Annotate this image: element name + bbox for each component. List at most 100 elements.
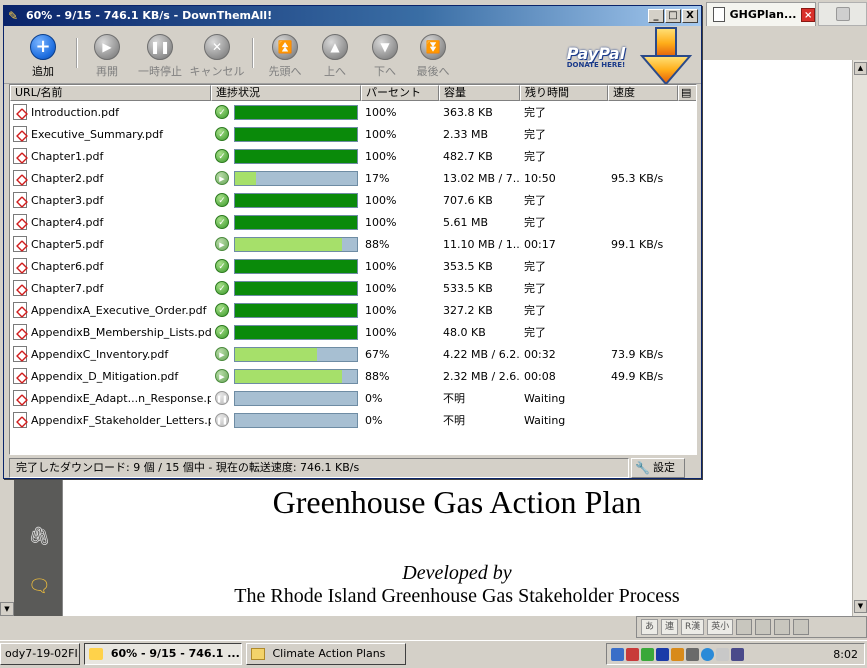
pdf-file-icon [13,236,27,252]
table-row[interactable]: Introduction.pdf ✓ 100% 363.8 KB 完了 [10,101,696,123]
table-row[interactable]: Chapter2.pdf ▶ 17% 13.02 MB / 7... 10:50 95.3… [10,167,696,189]
paperclip-icon[interactable]: 🖇 [28,526,51,548]
table-row[interactable]: Appendix_D_Mitigation.pdf ▶ 88% 2.32 MB / 2… [10,365,696,387]
ime-mode-kanji[interactable]: R漢 [681,619,705,635]
arrow-bottom-icon: ⏬ [420,34,446,60]
table-row[interactable]: Executive_Summary.pdf ✓ 100% 2.33 MB 完了 [10,123,696,145]
completed-icon: ✓ [215,193,229,207]
maximize-button[interactable]: □ [665,9,681,23]
file-name: Introduction.pdf [31,106,119,119]
table-row[interactable]: AppendixF_Stakeholder_Letters.pdf ❚❚ 0% 不明 W… [10,409,696,431]
comment-icon[interactable]: 🗨 [28,576,51,598]
tab-icon [835,7,850,21]
ime-tool-icon[interactable] [755,619,772,635]
column-header-percent[interactable]: パーセント [361,85,439,101]
wrench-icon: 🔧 [635,461,650,475]
column-header-size[interactable]: 容量 [439,85,520,101]
folder-icon [251,648,265,660]
ime-option-icon[interactable] [793,619,810,635]
pdf-vertical-scrollbar[interactable]: ▲ ▼ [852,60,867,616]
percent-value: 0% [365,392,383,405]
printer-icon[interactable] [671,647,684,661]
taskbar-item-pdf[interactable]: ody7-19-02FI... [0,643,80,665]
scroll-down-arrow[interactable]: ▼ [854,600,867,613]
browser-tab-ghgplan[interactable]: GHGPlan... × [706,2,816,26]
monitor-icon[interactable] [656,647,669,661]
remaining-value: 完了 [524,304,546,317]
ime-mode-continuous[interactable]: 連 [661,619,679,635]
scroll-up-arrow[interactable]: ▲ [854,62,867,75]
completed-icon: ✓ [215,105,229,119]
security-icon[interactable] [626,647,639,661]
ime-pad-icon[interactable] [736,619,753,635]
pdf-organization: The Rhode Island Greenhouse Gas Stakehol… [234,585,680,607]
table-row[interactable]: AppendixA_Executive_Order.pdf ✓ 100% 327.2 … [10,299,696,321]
column-header-progress[interactable]: 進捗状況 [211,85,361,101]
downthemall-window: ✎ 60% - 9/15 - 746.1 KB/s - DownThemAll!… [3,5,702,479]
add-button[interactable]: + 追加 [14,34,72,79]
percent-value: 100% [365,194,397,207]
table-row[interactable]: Chapter4.pdf ✓ 100% 5.61 MB 完了 [10,211,696,233]
table-row[interactable]: Chapter7.pdf ✓ 100% 533.5 KB 完了 [10,277,696,299]
settings-button[interactable]: 🔧 設定 [631,458,685,478]
pdf-file-icon [13,148,27,164]
table-row[interactable]: AppendixE_Adapt...n_Response.pdf ❚❚ 0% 不明 Wa… [10,387,696,409]
update-icon[interactable] [641,647,654,661]
ime-mode-hiragana[interactable]: あ [641,619,659,635]
window-titlebar[interactable]: ✎ 60% - 9/15 - 746.1 KB/s - DownThemAll!… [4,6,701,26]
download-list[interactable]: URL/名前 進捗状況 パーセント 容量 残り時間 速度 ▤ Introduct… [9,84,697,455]
list-header: URL/名前 進捗状況 パーセント 容量 残り時間 速度 ▤ [10,85,696,101]
column-header-speed[interactable]: 速度 [608,85,678,101]
percent-value: 88% [365,238,390,251]
toolbar-separator [252,38,254,68]
file-name: Appendix_D_Mitigation.pdf [31,370,179,383]
minimize-button[interactable]: _ [648,9,664,23]
progress-bar-fill [235,370,343,383]
table-row[interactable]: AppendixB_Membership_Lists.pdf ✓ 100% 48.0 … [10,321,696,343]
progress-bar [234,347,358,362]
ime-help-icon[interactable] [774,619,791,635]
cancel-button[interactable]: ✕ キャンセル [188,34,246,79]
speed-value [611,391,691,406]
arrow-up-icon: ▲ [322,34,348,60]
scroll-down-arrow-left[interactable]: ▼ [0,602,14,616]
progress-bar [234,369,358,384]
volume-icon[interactable] [686,647,699,661]
column-header-url[interactable]: URL/名前 [10,85,211,101]
progress-bar [234,171,358,186]
remaining-value: Waiting [524,414,566,427]
resize-grip[interactable] [685,458,697,478]
file-name: Chapter5.pdf [31,238,104,251]
move-bottom-button[interactable]: ⏬ 最後へ [404,34,462,79]
browser-tab-other[interactable] [818,2,867,26]
ime-mode-alpha[interactable]: 英小 [707,619,734,635]
taskbar-item-downthemall[interactable]: 60% - 9/15 - 746.1 ... [84,643,242,665]
cancel-x-icon: ✕ [204,34,230,60]
progress-bar [234,259,358,274]
table-row[interactable]: Chapter6.pdf ✓ 100% 353.5 KB 完了 [10,255,696,277]
resume-button[interactable]: ▶ 再開 [78,34,136,79]
column-picker-icon[interactable]: ▤ [678,85,696,101]
battery-icon[interactable] [731,647,744,661]
close-button[interactable]: X [682,9,698,23]
size-value: 11.10 MB / 1... [443,238,521,251]
progress-bar-fill [235,326,357,339]
speed-value [611,149,691,164]
column-header-remaining[interactable]: 残り時間 [520,85,608,101]
messenger-icon[interactable] [701,647,714,661]
taskbar-item-climate-action-plans[interactable]: Climate Action Plans [246,643,406,665]
pause-button[interactable]: ❚❚ 一時停止 [131,34,189,79]
downloading-icon: ▶ [215,347,229,361]
usb-icon[interactable] [716,647,729,661]
table-row[interactable]: Chapter3.pdf ✓ 100% 707.6 KB 完了 [10,189,696,211]
table-row[interactable]: Chapter1.pdf ✓ 100% 482.7 KB 完了 [10,145,696,167]
paypal-donate-button[interactable]: PayPal DONATE HERE! [562,44,630,78]
ime-language-bar[interactable]: あ 連 R漢 英小 [636,616,867,638]
network-icon[interactable] [611,647,624,661]
speed-value [611,105,691,120]
speed-value [611,259,691,274]
close-tab-icon[interactable]: × [801,7,815,22]
completed-icon: ✓ [215,149,229,163]
table-row[interactable]: Chapter5.pdf ▶ 88% 11.10 MB / 1... 00:17 99.1… [10,233,696,255]
table-row[interactable]: AppendixC_Inventory.pdf ▶ 67% 4.22 MB / 6.2… [10,343,696,365]
